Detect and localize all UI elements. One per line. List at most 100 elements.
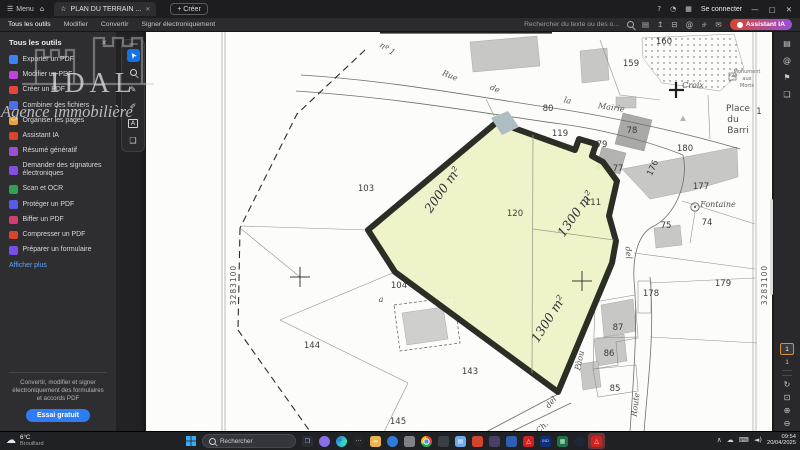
- map-label: 144: [304, 341, 320, 351]
- save-icon[interactable]: ▤: [642, 20, 649, 29]
- start-button[interactable]: [182, 433, 199, 449]
- map-label: 104: [391, 281, 407, 291]
- sidebar-item[interactable]: Biffer un PDF: [0, 212, 116, 227]
- show-more-link[interactable]: Afficher plus: [0, 258, 116, 273]
- sidebar-item[interactable]: Modifier un PDF: [0, 67, 116, 82]
- menu-button[interactable]: ☰ Menu: [7, 5, 34, 13]
- sidebar-item[interactable]: Assistant IA: [0, 128, 116, 143]
- textbox-tool-icon[interactable]: A: [127, 117, 140, 130]
- rotate-icon[interactable]: ↻: [784, 380, 791, 389]
- taskbar-app-edge[interactable]: [333, 433, 350, 449]
- sidebar-item[interactable]: Scan et OCR: [0, 182, 116, 197]
- sidebar-close-icon[interactable]: ✕: [101, 39, 107, 47]
- highlighter-tool-icon[interactable]: ✐: [127, 100, 140, 113]
- export-image-icon[interactable]: ▤: [783, 39, 791, 48]
- weather-widget[interactable]: ☁ 6°C Brouillard: [6, 434, 44, 447]
- create-pdf-icon: [9, 86, 18, 95]
- toolbar-tab-3[interactable]: Signer électroniquement: [141, 21, 215, 28]
- stamp-tool-icon[interactable]: ❑: [127, 134, 140, 147]
- app-blue-icon: [506, 436, 517, 447]
- mail-icon[interactable]: ✉: [715, 20, 721, 29]
- sidebar-item[interactable]: Combiner des fichiers: [0, 98, 116, 113]
- taskbar-app-app-purple[interactable]: [486, 433, 503, 449]
- share-icon[interactable]: ↥: [657, 20, 663, 29]
- windows-logo-icon: [186, 436, 196, 446]
- taskbar-app-app-gray[interactable]: [401, 433, 418, 449]
- map-label: 78: [627, 126, 638, 136]
- home-icon[interactable]: ⌂: [40, 5, 44, 13]
- map-label: 80: [543, 104, 554, 114]
- taskbar-app-app-blue[interactable]: [503, 433, 520, 449]
- current-page-box[interactable]: 1: [780, 343, 794, 355]
- help-icon[interactable]: ?: [657, 5, 661, 13]
- close-button[interactable]: ✕: [786, 5, 792, 14]
- tab-close-icon[interactable]: ✕: [145, 6, 150, 13]
- taskbar-app-app-red[interactable]: [469, 433, 486, 449]
- taskbar-app-widgets[interactable]: ···: [350, 433, 367, 449]
- taskbar-app-notepad[interactable]: ▤: [452, 433, 469, 449]
- taskbar-app-copilot[interactable]: [316, 433, 333, 449]
- maximize-button[interactable]: ▢: [769, 5, 776, 14]
- toolbar-tab-0[interactable]: Tous les outils: [8, 21, 51, 28]
- taskbar-app-chrome[interactable]: [418, 433, 435, 449]
- toolbar-tab-2[interactable]: Convertir: [101, 21, 129, 28]
- weather-temperature: 6°C: [20, 434, 44, 441]
- comments-icon[interactable]: @: [783, 56, 791, 65]
- taskbar-app-task-view[interactable]: ❒: [299, 433, 316, 449]
- assistant-ia-button[interactable]: Assistant IA: [730, 19, 792, 30]
- generative-summary-icon: [9, 147, 18, 156]
- print-icon[interactable]: ⊟: [671, 20, 677, 29]
- comment-icon[interactable]: @: [686, 20, 694, 29]
- minimize-button[interactable]: —: [751, 5, 759, 14]
- map-label: 145: [390, 417, 406, 427]
- drag-handle[interactable]: [129, 43, 138, 45]
- taskbar-app-app-dark[interactable]: [435, 433, 452, 449]
- fit-screen-icon[interactable]: ⊡: [784, 393, 791, 402]
- volume-icon[interactable]: ◄): [754, 436, 762, 444]
- sidebar-item[interactable]: Préparer un formulaire: [0, 243, 116, 258]
- taskbar-app-steam[interactable]: [571, 433, 588, 449]
- app-dark-icon: [438, 436, 449, 447]
- pages-icon[interactable]: ❏: [783, 90, 790, 99]
- sidebar-item[interactable]: Résumé génératif: [0, 144, 116, 159]
- free-trial-button[interactable]: Essai gratuit: [26, 409, 90, 422]
- sidebar-item[interactable]: Protéger un PDF: [0, 197, 116, 212]
- zoom-tool-icon[interactable]: [127, 66, 140, 79]
- tray-chevron-icon[interactable]: ∧: [717, 436, 722, 444]
- map-label: 74: [702, 218, 713, 228]
- taskbar-app-indesign[interactable]: IND: [537, 433, 554, 449]
- search-icon: [209, 438, 216, 445]
- create-button[interactable]: + Créer: [170, 3, 208, 15]
- map-label: 179: [715, 279, 731, 289]
- onedrive-icon[interactable]: ☁: [727, 436, 734, 444]
- main-toolbar: Tous les outils Modifier Convertir Signer é…: [0, 18, 800, 32]
- document-tab[interactable]: ☆ PLAN DU TERRAIN ... ✕: [54, 2, 156, 16]
- document-search-input[interactable]: Rechercher du texte ou des o...: [524, 21, 619, 28]
- bookmark-icon[interactable]: ⚑: [783, 73, 790, 82]
- notifications-icon[interactable]: ◔: [670, 5, 676, 13]
- pencil-tool-icon[interactable]: ✎: [127, 83, 140, 96]
- select-tool-icon[interactable]: ➤: [127, 49, 140, 62]
- sidebar-item[interactable]: Compresser un PDF: [0, 227, 116, 242]
- zoom-out-icon[interactable]: ⊖: [784, 419, 791, 428]
- sidebar-item[interactable]: Demander des signatures électroniques: [0, 159, 116, 182]
- zoom-in-icon[interactable]: ⊕: [784, 406, 791, 415]
- sign-in-button[interactable]: Se connecter: [701, 6, 742, 13]
- sidebar-item[interactable]: Créer un PDF: [0, 83, 116, 98]
- taskbar-app-explorer[interactable]: ▬: [367, 433, 384, 449]
- map-label: 180: [677, 144, 693, 154]
- toolbar-tab-1[interactable]: Modifier: [64, 21, 88, 28]
- apps-grid-icon[interactable]: ▦: [685, 5, 692, 13]
- keyboard-icon[interactable]: ⌨: [739, 436, 749, 444]
- taskbar-app-outlook[interactable]: [384, 433, 401, 449]
- taskbar-app-excel[interactable]: ▦: [554, 433, 571, 449]
- taskbar-search[interactable]: Rechercher: [202, 434, 296, 448]
- taskbar-app-acrobat-active[interactable]: △: [588, 433, 605, 449]
- title-bar: ☰ Menu ⌂ ☆ PLAN DU TERRAIN ... ✕ + Créer…: [0, 0, 800, 18]
- link-icon[interactable]: ∞: [699, 19, 710, 30]
- taskbar-app-acrobat[interactable]: △: [520, 433, 537, 449]
- clock[interactable]: 09:54 20/04/2025: [767, 434, 796, 447]
- sidebar-item[interactable]: Exporter un PDF: [0, 52, 116, 67]
- search-icon[interactable]: [627, 21, 634, 28]
- sidebar-item[interactable]: Organiser les pages: [0, 113, 116, 128]
